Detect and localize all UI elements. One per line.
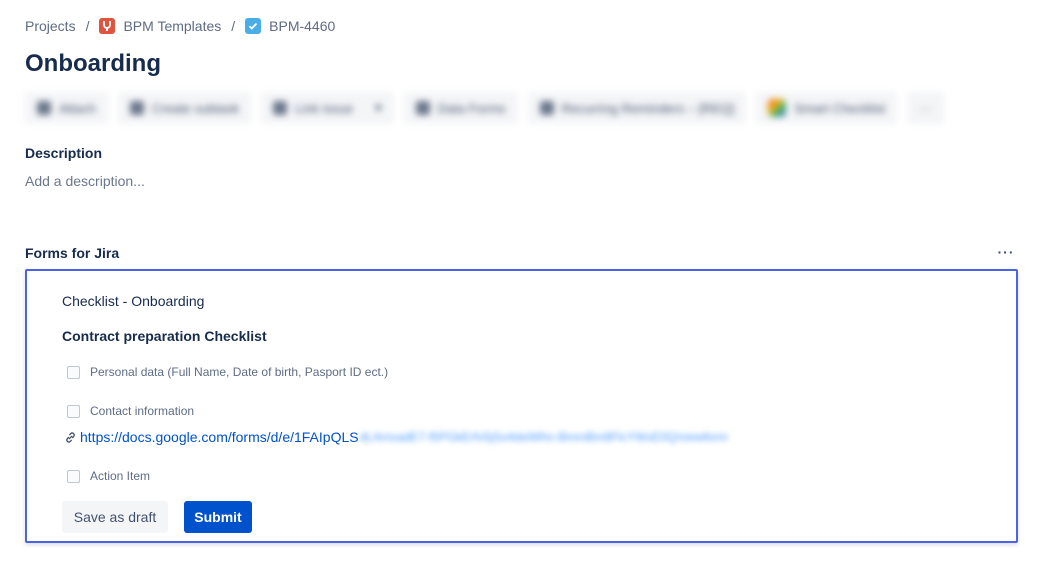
google-form-link[interactable]: https://docs.google.com/forms/d/e/1FAIpQ… <box>80 429 359 445</box>
reminder-icon <box>539 101 554 115</box>
breadcrumb-issue-key[interactable]: BPM-4460 <box>269 18 335 34</box>
form-section-title: Contract preparation Checklist <box>62 328 267 344</box>
form-title: Checklist - Onboarding <box>62 293 205 309</box>
description-input[interactable]: Add a description... <box>25 173 145 189</box>
forms-more-button[interactable]: ··· <box>995 243 1017 261</box>
forms-for-jira-heading: Forms for Jira <box>25 245 120 261</box>
smart-checklist-button[interactable]: Smart Checklist <box>756 92 898 124</box>
toolbar-more-button[interactable]: ··· <box>907 92 945 124</box>
breadcrumb-projects[interactable]: Projects <box>25 18 76 34</box>
issue-toolbar: Attach Create subtask Link issue ▾ Data … <box>25 90 995 126</box>
checklist-item-label: Action Item <box>90 469 151 483</box>
paperclip-icon <box>37 101 51 115</box>
checklist-item-action-item[interactable]: Action Item <box>67 469 150 483</box>
checklist-item-contact-information[interactable]: Contact information <box>67 404 194 418</box>
create-subtask-label: Create subtask <box>151 100 240 116</box>
breadcrumb-project[interactable]: BPM Templates <box>99 18 221 34</box>
breadcrumb-issue[interactable]: BPM-4460 <box>245 18 335 34</box>
checklist-item-label: Personal data (Full Name, Date of birth,… <box>90 365 389 379</box>
attach-button[interactable]: Attach <box>25 92 108 124</box>
project-icon <box>99 18 116 34</box>
breadcrumb-separator: / <box>231 18 236 34</box>
checklist-item-label: Contact information <box>90 404 195 418</box>
save-as-draft-button[interactable]: Save as draft <box>62 501 168 533</box>
google-form-link-blurred[interactable]: dLAmsadE7-f5PGkErfv5jSx4deiWhn-BmmBm8Flc… <box>360 430 728 444</box>
link-icon <box>273 101 288 115</box>
page-title: Onboarding <box>25 50 161 77</box>
task-checkbox-icon <box>245 18 262 34</box>
attach-label: Attach <box>59 100 96 116</box>
forms-icon <box>415 101 430 115</box>
breadcrumb-separator: / <box>85 18 90 34</box>
smart-checklist-label: Smart Checklist <box>794 100 886 116</box>
checkbox[interactable] <box>67 404 80 418</box>
smart-checklist-icon <box>768 99 787 117</box>
more-icon: ··· <box>919 100 933 116</box>
recurring-reminders-label: Recurring Reminders – [REQ] <box>561 100 735 116</box>
checkbox[interactable] <box>67 365 80 379</box>
create-subtask-button[interactable]: Create subtask <box>117 92 252 124</box>
data-forms-label: Data Forms <box>437 100 506 116</box>
data-forms-button[interactable]: Data Forms <box>403 92 518 124</box>
link-icon <box>64 431 77 444</box>
breadcrumb-project-label[interactable]: BPM Templates <box>123 18 221 34</box>
chevron-down-icon: ▾ <box>375 100 382 115</box>
breadcrumb: Projects / BPM Templates / BPM-4460 <box>25 16 335 36</box>
subtask-icon <box>129 101 144 115</box>
link-issue-label: Link issue <box>295 100 354 116</box>
more-icon: ··· <box>997 244 1015 260</box>
description-heading: Description <box>25 145 103 161</box>
checklist-item-personal-data[interactable]: Personal data (Full Name, Date of birth,… <box>67 365 388 379</box>
link-issue-button[interactable]: Link issue ▾ <box>261 92 394 124</box>
checkbox[interactable] <box>67 469 80 483</box>
form-panel: Checklist - Onboarding Contract preparat… <box>25 269 1018 543</box>
recurring-reminders-button[interactable]: Recurring Reminders – [REQ] <box>527 92 747 124</box>
form-link: https://docs.google.com/forms/d/e/1FAIpQ… <box>64 429 728 445</box>
submit-button[interactable]: Submit <box>184 501 252 533</box>
